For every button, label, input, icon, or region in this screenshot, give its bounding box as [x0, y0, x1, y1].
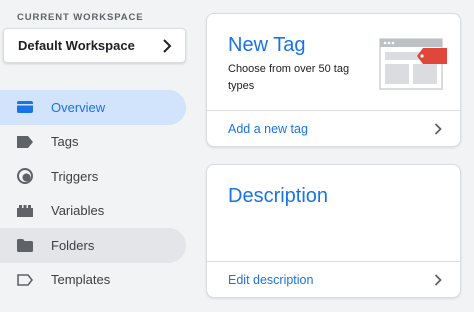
- current-workspace-label: CURRENT WORKSPACE: [17, 12, 144, 23]
- template-icon: [16, 271, 34, 289]
- new-tag-title[interactable]: New Tag: [228, 35, 305, 55]
- sidebar-item-templates[interactable]: Templates: [0, 263, 186, 298]
- folder-icon: [16, 236, 34, 254]
- add-new-tag-link[interactable]: Add a new tag: [207, 110, 460, 146]
- sidebar-item-label: Folders: [51, 237, 95, 253]
- description-card: Description Edit description: [206, 164, 461, 298]
- sidebar-item-variables[interactable]: Variables: [0, 194, 186, 229]
- new-tag-description: Choose from over 50 tag types: [228, 63, 350, 92]
- edit-description-label: Edit description: [228, 272, 314, 287]
- sidebar-item-folders[interactable]: Folders: [0, 228, 186, 263]
- chevron-right-icon: [434, 123, 442, 135]
- description-title: Description: [228, 185, 329, 207]
- sidebar-item-label: Tags: [51, 134, 79, 150]
- sidebar-item-triggers[interactable]: Triggers: [0, 159, 186, 194]
- variables-icon: [16, 202, 34, 220]
- sidebar-item-label: Templates: [51, 272, 111, 288]
- overview-icon: [16, 98, 34, 116]
- tag-illustration-icon: [379, 38, 447, 90]
- trigger-icon: [16, 167, 34, 185]
- chevron-right-icon: [163, 39, 172, 53]
- sidebar-item-overview[interactable]: Overview: [0, 90, 186, 125]
- new-tag-card: New Tag Choose from over 50 tag types Ad…: [206, 13, 461, 147]
- sidebar-item-label: Overview: [51, 99, 106, 115]
- workspace-selector[interactable]: Default Workspace: [3, 28, 186, 63]
- tag-icon: [16, 133, 34, 151]
- workspace-name: Default Workspace: [18, 38, 135, 53]
- sidebar-item-label: Variables: [51, 203, 105, 219]
- edit-description-link[interactable]: Edit description: [207, 261, 460, 297]
- sidebar-nav: Overview Tags Triggers Variables Folders…: [0, 90, 186, 297]
- sidebar-item-label: Triggers: [51, 168, 99, 184]
- sidebar-item-tags[interactable]: Tags: [0, 125, 186, 160]
- chevron-right-icon: [434, 274, 442, 286]
- add-new-tag-label: Add a new tag: [228, 121, 308, 136]
